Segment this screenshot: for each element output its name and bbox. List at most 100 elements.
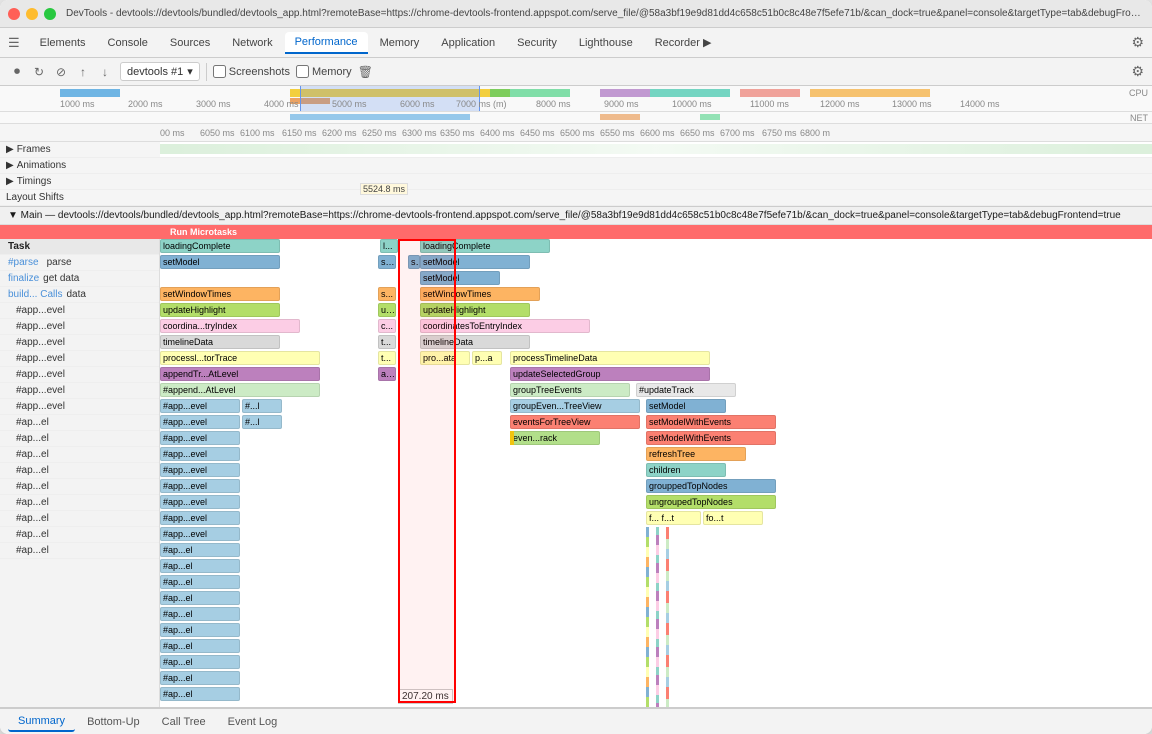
flame-groupEven[interactable]: groupEven...TreeView <box>510 399 640 413</box>
flame-appevel-6[interactable]: #app...evel <box>160 479 240 493</box>
flame-appevel-16[interactable]: #ap...el <box>160 639 240 653</box>
tab-summary[interactable]: Summary <box>8 712 75 732</box>
flame-appevel-11[interactable]: #ap...el <box>160 559 240 573</box>
record-icon[interactable]: ⏺ <box>8 63 26 81</box>
flame-appevel-8[interactable]: #app...evel <box>160 511 240 525</box>
sidebar-app-row-1: #app...evel <box>0 303 159 319</box>
flame-l1[interactable]: l... <box>380 239 398 253</box>
flame-ungroupedTopNodes[interactable]: ungroupedTopNodes <box>646 495 776 509</box>
tab-performance[interactable]: Performance <box>285 32 368 54</box>
flame-setWindowTimes-2[interactable]: setWindowTimes <box>420 287 540 301</box>
flame-appevel-18[interactable]: #ap...el <box>160 671 240 685</box>
sidebar-toggle-icon[interactable]: ☰ <box>8 35 20 51</box>
flame-grouppedTopNodes[interactable]: grouppedTopNodes <box>646 479 776 493</box>
flame-appevel-13[interactable]: #ap...el <box>160 591 240 605</box>
flame-processTL-2[interactable]: processTimelineData <box>510 351 710 365</box>
gear-icon[interactable]: ⚙ <box>1131 34 1144 51</box>
flame-updateHighlight-2[interactable]: updateHighlight <box>420 303 530 317</box>
close-button[interactable] <box>8 8 20 20</box>
flame-ft[interactable]: f... f...t <box>646 511 701 525</box>
flame-appevel-3[interactable]: #app...evel <box>160 431 240 445</box>
tab-elements[interactable]: Elements <box>30 33 96 53</box>
tab-recorder[interactable]: Recorder ▶ <box>645 32 722 53</box>
flame-timelineData-1[interactable]: timelineData <box>160 335 280 349</box>
tab-memory[interactable]: Memory <box>370 33 430 53</box>
flame-timelineData-2[interactable]: timelineData <box>420 335 530 349</box>
flame-appevel-10[interactable]: #ap...el <box>160 543 240 557</box>
flame-setModel-2[interactable]: setModel <box>420 255 530 269</box>
net-bar-row: NET <box>0 112 1152 124</box>
tab-call-tree[interactable]: Call Tree <box>152 713 216 731</box>
tab-lighthouse[interactable]: Lighthouse <box>569 33 643 53</box>
flame-setModel-3[interactable]: setModel <box>420 271 500 285</box>
device-dropdown[interactable]: devtools #1 ▾ <box>120 62 200 81</box>
flame-t2[interactable]: t... <box>378 351 396 365</box>
flame-setModel-ev[interactable]: setModel <box>646 399 726 413</box>
clear-icon[interactable]: ⊘ <box>52 63 70 81</box>
flame-appendTr[interactable]: appendTr...AtLevel <box>160 367 320 381</box>
settings-icon[interactable]: ⚙ <box>1131 63 1144 80</box>
tab-sources[interactable]: Sources <box>160 33 220 53</box>
upload-icon[interactable]: ↑ <box>74 63 92 81</box>
flame-updateTrack[interactable]: #updateTrack <box>636 383 736 397</box>
tab-application[interactable]: Application <box>431 33 505 53</box>
flame-pa[interactable]: p...a <box>472 351 502 365</box>
memory-label: Memory <box>312 66 352 78</box>
tab-bottom-up[interactable]: Bottom-Up <box>77 713 150 731</box>
flame-hash-1[interactable]: #...l <box>242 399 282 413</box>
screenshots-checkbox-label[interactable]: Screenshots <box>213 65 290 78</box>
memory-checkbox-label[interactable]: Memory <box>296 65 352 78</box>
flame-appevel-1[interactable]: #app...evel <box>160 399 240 413</box>
flame-appevel-4[interactable]: #app...evel <box>160 447 240 461</box>
tab-network[interactable]: Network <box>222 33 282 53</box>
flame-appendAtLevel[interactable]: #append...AtLevel <box>160 383 320 397</box>
flame-setModelWithEvents-2[interactable]: setModelWithEvents <box>646 431 776 445</box>
flame-groupTreeEvents[interactable]: groupTreeEvents <box>510 383 630 397</box>
tab-console[interactable]: Console <box>98 33 158 53</box>
flame-appevel-17[interactable]: #ap...el <box>160 655 240 669</box>
flame-updateHighlight-1[interactable]: updateHighlight <box>160 303 280 317</box>
flame-coordinates-1[interactable]: coordina...tryIndex <box>160 319 300 333</box>
flame-se1[interactable]: se...l <box>378 255 396 269</box>
trash-icon[interactable]: 🗑 <box>358 65 373 79</box>
flame-u1[interactable]: u... <box>378 303 396 317</box>
flame-fot[interactable]: fo...t <box>703 511 763 525</box>
flame-loadingComplete-1[interactable]: loadingComplete <box>160 239 280 253</box>
tab-security[interactable]: Security <box>507 33 567 53</box>
flame-appevel-15[interactable]: #ap...el <box>160 623 240 637</box>
flame-setWindowTimes-1[interactable]: setWindowTimes <box>160 287 280 301</box>
flame-appevel-5[interactable]: #app...evel <box>160 463 240 477</box>
flame-appevel-12[interactable]: #ap...el <box>160 575 240 589</box>
reload-icon[interactable]: ↻ <box>30 63 48 81</box>
flame-s2[interactable]: s... <box>378 287 396 301</box>
maximize-button[interactable] <box>44 8 56 20</box>
flame-updateSelectedGroup[interactable]: updateSelectedGroup <box>510 367 710 381</box>
flame-canvas[interactable]: loadingComplete l... loadingComplete set… <box>160 239 1152 707</box>
flame-appevel-19[interactable]: #ap...el <box>160 687 240 701</box>
download-icon[interactable]: ↓ <box>96 63 114 81</box>
memory-checkbox[interactable] <box>296 65 309 78</box>
flame-processTL-1[interactable]: processl...torTrace <box>160 351 320 365</box>
flame-children[interactable]: children <box>646 463 726 477</box>
flame-evenrack[interactable]: even...rack <box>510 431 600 445</box>
flame-hash-2[interactable]: #...l <box>242 415 282 429</box>
flame-t1[interactable]: t... <box>378 335 396 349</box>
flame-a1[interactable]: a... <box>378 367 396 381</box>
tab-event-log[interactable]: Event Log <box>218 713 288 731</box>
flame-appevel-7[interactable]: #app...evel <box>160 495 240 509</box>
flame-proata[interactable]: pro...ata <box>420 351 470 365</box>
flame-appevel-2[interactable]: #app...evel <box>160 415 240 429</box>
flame-refreshTree[interactable]: refreshTree <box>646 447 746 461</box>
flame-coordinates-2[interactable]: coordinatesToEntryIndex <box>420 319 590 333</box>
flame-appevel-9[interactable]: #app...evel <box>160 527 240 541</box>
flame-eventsForTree[interactable]: eventsForTreeView <box>510 415 640 429</box>
flame-appevel-14[interactable]: #ap...el <box>160 607 240 621</box>
flame-s1[interactable]: s... <box>408 255 420 269</box>
flame-c1[interactable]: c... <box>378 319 396 333</box>
screenshots-checkbox[interactable] <box>213 65 226 78</box>
flame-setModel-1[interactable]: setModel <box>160 255 280 269</box>
flame-setModelWithEvents-1[interactable]: setModelWithEvents <box>646 415 776 429</box>
sidebar-app-row-5: #app...evel <box>0 367 159 383</box>
minimize-button[interactable] <box>26 8 38 20</box>
flame-loadingComplete-2[interactable]: loadingComplete <box>420 239 550 253</box>
